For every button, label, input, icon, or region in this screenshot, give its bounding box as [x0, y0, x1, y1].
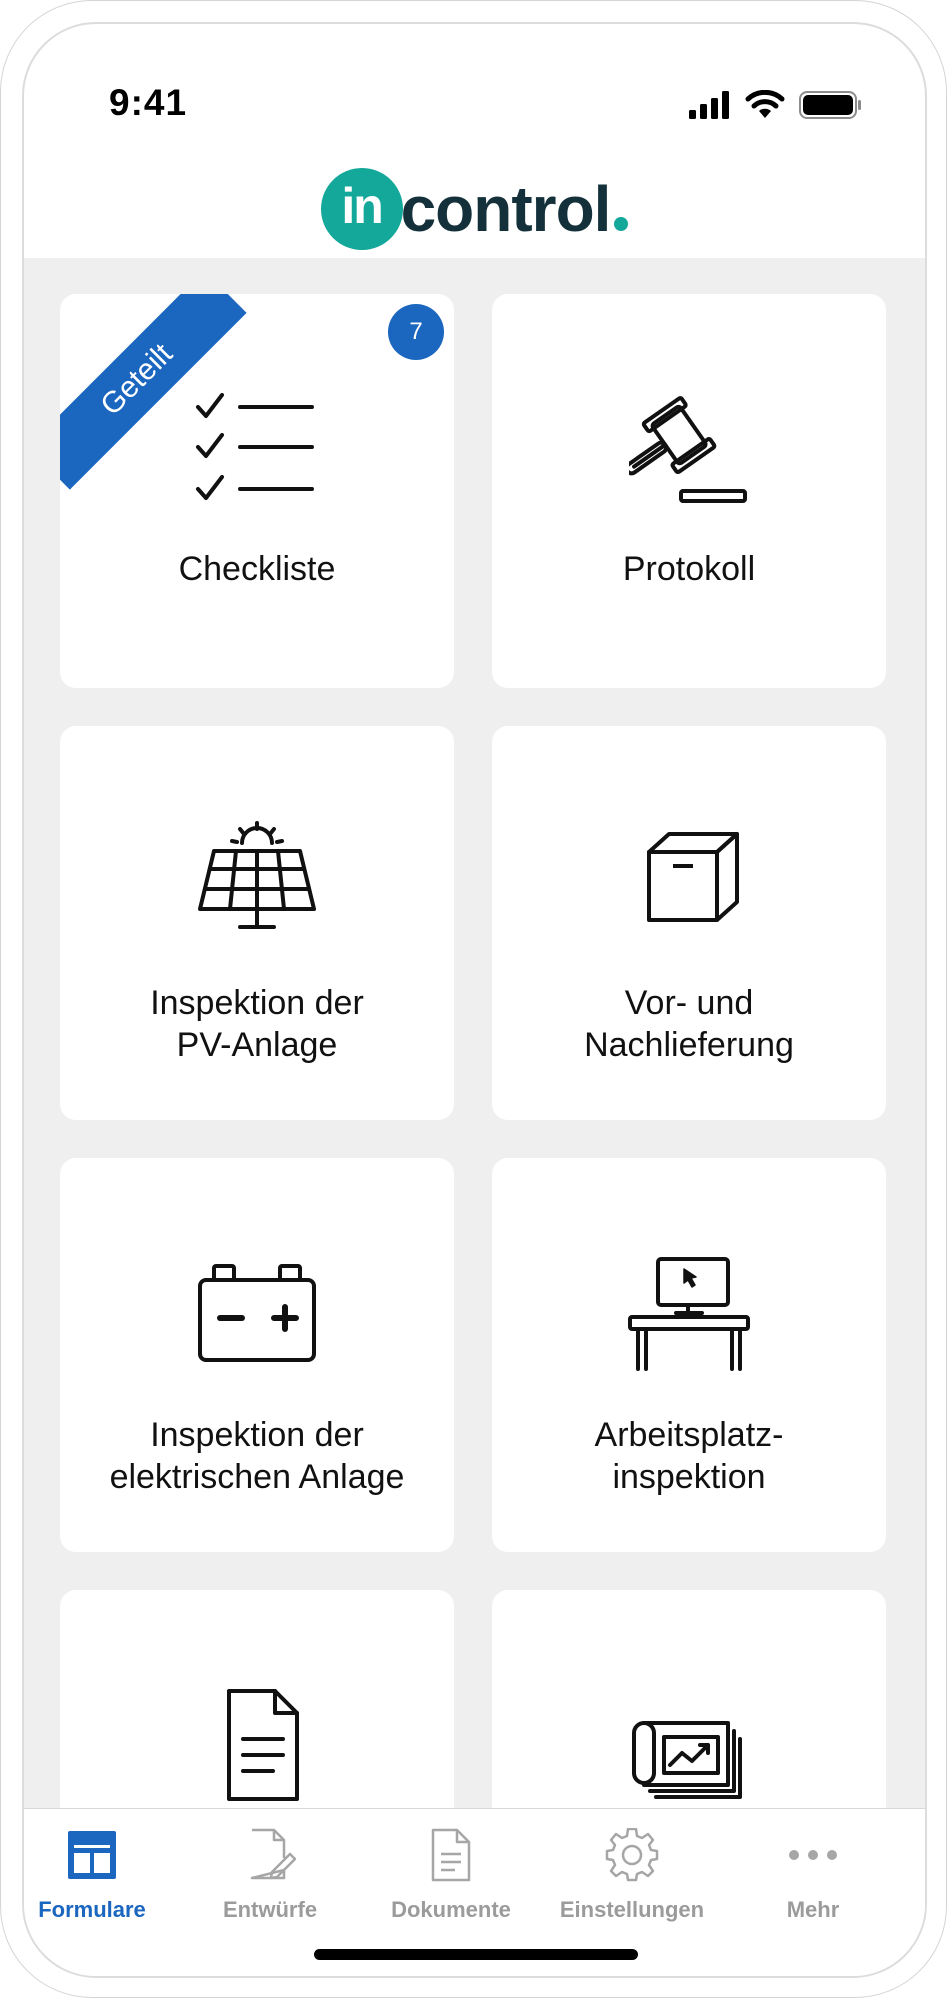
logo-mark: in: [320, 168, 403, 250]
wifi-icon: [745, 90, 785, 118]
card-pv-inspection[interactable]: Inspektion der PV-Anlage: [60, 726, 454, 1120]
draft-icon: [180, 1825, 360, 1885]
solar-panel-icon: [60, 816, 454, 946]
checklist-icon: [60, 384, 454, 514]
tab-label: Formulare: [38, 1897, 146, 1922]
card-checkliste[interactable]: Geteilt 7 Checkliste: [60, 294, 454, 688]
card-label-line: Arbeitsplatz-: [594, 1416, 784, 1454]
status-icons: [689, 90, 863, 120]
logo-wordmark: control: [400, 173, 612, 245]
card-vor-und-nachlieferung[interactable]: Vor- und Nachlieferung: [492, 726, 886, 1120]
tab-formulare[interactable]: Formulare: [24, 1825, 182, 1923]
home-indicator[interactable]: [314, 1949, 638, 1960]
card-label-line: Vor- und: [624, 984, 754, 1022]
brand-logo: in control: [24, 164, 925, 254]
card-label-line: inspektion: [612, 1458, 766, 1496]
card-protokoll[interactable]: Protokoll: [492, 294, 886, 688]
card-label: Inspektion der elektrischen Anlage: [70, 1414, 444, 1498]
card-arbeitsplatzinspektion[interactable]: Arbeitsplatz- inspektion: [492, 1158, 886, 1552]
status-bar: 9:41: [24, 24, 925, 144]
card-label: Checkliste: [178, 550, 336, 588]
forms-icon: [24, 1825, 182, 1885]
card-label: Vor- und Nachlieferung: [502, 982, 876, 1066]
document-icon: [60, 1680, 454, 1810]
gear-icon: [542, 1825, 722, 1885]
card-label: Protokoll: [622, 550, 756, 588]
card-label: Arbeitsplatz- inspektion: [502, 1414, 876, 1498]
tab-dokumente[interactable]: Dokumente: [361, 1825, 541, 1923]
forms-grid-area[interactable]: Geteilt 7 Checkliste Protokoll Inspektio…: [24, 258, 925, 1976]
documents-icon: [361, 1825, 541, 1885]
card-label-line: Inspektion der: [150, 984, 364, 1022]
blueprint-chart-icon: [492, 1680, 886, 1810]
battery-icon: [60, 1248, 454, 1378]
workstation-icon: [492, 1248, 886, 1378]
battery-status-icon: [799, 91, 861, 119]
card-elektrische-anlage[interactable]: Inspektion der elektrischen Anlage: [60, 1158, 454, 1552]
tab-label: Dokumente: [391, 1897, 511, 1922]
card-label-line: Inspektion der: [150, 1416, 364, 1454]
more-icon: [723, 1825, 903, 1885]
count-badge: 7: [388, 304, 444, 360]
status-time: 9:41: [109, 82, 188, 123]
tab-entwuerfe[interactable]: Entwürfe: [180, 1825, 360, 1923]
tab-einstellungen[interactable]: Einstellungen: [542, 1825, 722, 1923]
card-label-line: Nachlieferung: [584, 1026, 794, 1064]
gavel-icon: [492, 384, 886, 514]
tab-label: Entwürfe: [222, 1897, 318, 1922]
tab-label: Mehr: [786, 1897, 840, 1922]
tab-label: Einstellungen: [559, 1897, 705, 1922]
phone-screen: 9:41 in control Geteilt 7 Checkliste Pro…: [22, 22, 927, 1978]
card-label: Inspektion der PV-Anlage: [70, 982, 444, 1066]
box-icon: [492, 816, 886, 946]
tab-mehr[interactable]: Mehr: [723, 1825, 903, 1923]
cellular-signal-icon: [689, 91, 729, 119]
logo-dot: [614, 217, 629, 231]
logo-mark-text: in: [341, 178, 383, 234]
card-label-line: elektrischen Anlage: [109, 1458, 405, 1496]
card-label-line: PV-Anlage: [176, 1026, 338, 1064]
